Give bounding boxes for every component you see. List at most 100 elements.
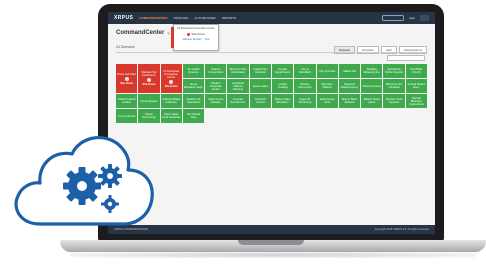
domain-tile[interactable]: Heartland Alliance Partners <box>227 79 249 93</box>
domain-tile[interactable]: Royal Education Dept. <box>182 79 205 93</box>
domain-tile-label: Western Gold Services <box>385 98 403 104</box>
domain-tile[interactable]: Market Value Education <box>272 94 294 108</box>
domain-tile-label: City of Mansfield <box>299 68 311 74</box>
domain-tile[interactable]: Open Lakes Local Industries <box>160 109 182 123</box>
domain-tile-status: Site Down <box>164 84 178 88</box>
status-dot-icon <box>186 32 190 36</box>
test-link[interactable]: Test <box>205 38 210 41</box>
filter-input[interactable] <box>387 55 425 61</box>
popup-status: Site Down <box>174 32 218 36</box>
domain-tile[interactable]: Fountain Services Inc. <box>227 94 249 108</box>
domain-tile[interactable]: City of Goods <box>316 64 338 78</box>
domain-tile[interactable]: Master Union Lakes <box>361 94 383 108</box>
top-navigation: XRPUS COMMANDCENTER PROFILES AUTOBUILDER… <box>108 12 435 24</box>
domain-tile-label: Student Life Operations <box>186 98 201 104</box>
domain-tile-label: Master Union Lakes <box>363 98 380 104</box>
domain-tile[interactable]: Press Lab Files Site Down <box>116 64 138 93</box>
domain-tile[interactable]: Alpine Home Lifestyle <box>205 94 227 108</box>
alert-icon <box>146 78 151 82</box>
domain-tile[interactable]: Sage HR Monitoring <box>294 94 316 108</box>
domain-tile[interactable]: Women's Film Downloads <box>227 64 249 78</box>
domain-tile[interactable]: St. Health Systems <box>182 64 205 78</box>
domain-tile[interactable]: Jackson Bridge Collection <box>160 94 182 108</box>
domain-tile[interactable]: 01 Download Connection Center Site Down <box>160 64 182 93</box>
domain-tile-label: United Cultural Garden <box>117 98 136 104</box>
domain-tile[interactable]: Modern Community <box>294 79 316 93</box>
domain-tile[interactable]: Student Life Operations <box>182 94 205 108</box>
tab-alert[interactable]: Alert <box>380 46 397 54</box>
domain-tile[interactable]: Conant Departments <box>272 64 294 78</box>
app-logo[interactable]: XRPUS <box>114 15 133 21</box>
domain-tile[interactable]: Sportsbook Online Support <box>383 64 405 78</box>
domain-tile[interactable]: Saltine HR <box>338 64 361 78</box>
domain-tile[interactable]: Central Station Dept. <box>405 79 427 93</box>
pencil-icon[interactable]: ✎ <box>167 31 170 36</box>
domain-tile[interactable]: City of Mansfield <box>294 64 316 78</box>
nav-right: Help <box>381 15 429 21</box>
domain-tile[interactable]: Mountain Alliance <box>316 79 338 93</box>
domain-tile[interactable]: Special Business Connections <box>405 94 427 108</box>
domain-tile-label: City of Goods <box>319 69 336 73</box>
domain-tile[interactable]: Capital Film Festivals <box>249 64 271 78</box>
laptop-shadow <box>70 252 476 258</box>
laptop-notch <box>238 240 304 245</box>
domain-tile[interactable]: Welcome Prix Industries <box>383 79 405 93</box>
domain-tile-label: Macon Bank Network <box>342 98 357 104</box>
domain-tile[interactable]: Modern Corporate Center <box>205 79 227 93</box>
domain-tile[interactable]: Western Gold Services <box>383 94 405 108</box>
domain-tile-label: Welcome Prix Industries <box>385 83 403 89</box>
domain-tile[interactable]: London Trucking <box>272 79 294 93</box>
domain-tile-label: 01 Download Connection Center <box>163 69 180 79</box>
domain-tile-label: Saltine HR <box>343 69 356 73</box>
domain-tile-label: Market Value Education <box>274 98 291 104</box>
domain-tile-label: Utility Insurance <box>362 84 382 88</box>
domain-tile-label: Regional Market Agency <box>340 83 359 89</box>
domain-tile[interactable]: Quest Lakes <box>249 79 271 93</box>
domain-tile[interactable]: United Cultural Garden <box>116 94 138 108</box>
divider <box>116 52 427 53</box>
view-tabs: Network Domains Alert Subscriptions <box>333 46 427 54</box>
domain-tile[interactable]: Sun Dental Care <box>182 109 205 123</box>
domain-tile[interactable]: City Engineers <box>138 94 160 108</box>
domain-tile[interactable]: Regional Market Agency <box>338 79 361 93</box>
domain-tile-label: St. Health Systems <box>187 68 200 74</box>
popup-title: 01 Download Connection Center <box>177 27 215 30</box>
domain-tile[interactable]: Macon Bank Network <box>338 94 361 108</box>
help-link[interactable]: Help <box>409 16 415 20</box>
search-input[interactable] <box>381 15 404 21</box>
alert-icon <box>169 79 174 84</box>
nav-item-reports[interactable]: REPORTS <box>222 16 236 20</box>
domain-tile-label: Open Lakes Local Industries <box>161 113 181 119</box>
domain-tile-label: Capital Film Festivals <box>253 68 268 74</box>
domain-tile[interactable]: Outreach Council <box>249 94 271 108</box>
domain-tile-label: Ahance Connections <box>208 68 224 74</box>
domain-tile[interactable]: Utility Insurance <box>361 79 383 93</box>
tab-network[interactable]: Network <box>333 46 355 54</box>
domain-tile-label: City Engineers <box>140 99 158 103</box>
domain-tile[interactable]: First Bible Church <box>405 64 427 78</box>
manage-domain-link[interactable]: Manage Domain <box>183 38 202 41</box>
domain-tile-label: Sun Dental Care <box>186 113 201 119</box>
gear-large-hub <box>77 181 87 191</box>
nav-item-autobuilder[interactable]: AUTOBUILDER <box>194 16 215 20</box>
nav-item-commandcenter[interactable]: COMMANDCENTER <box>139 16 167 20</box>
domain-tile[interactable]: Redding Marketing Co. <box>361 64 383 78</box>
domain-tile-label: Heartland Alliance Partners <box>232 81 244 91</box>
domain-tile-label: Redding Marketing Co. <box>363 68 381 74</box>
nav-item-profiles[interactable]: PROFILES <box>174 16 189 20</box>
domain-tile[interactable]: Maintain Tax Conference Site Down <box>138 64 160 93</box>
domain-tile-label: Outreach Council <box>254 98 266 104</box>
domain-tile-label: Delta Family Clinic <box>319 98 335 104</box>
tab-subscriptions[interactable]: Subscriptions <box>398 46 427 54</box>
domain-tile-label: Modern Community <box>298 83 312 89</box>
domain-tile-status: Site Down <box>142 83 156 86</box>
user-menu-button[interactable] <box>420 15 429 21</box>
domain-tile[interactable]: Ahance Connections <box>205 64 227 78</box>
page-title: CommandCenter <box>116 30 165 36</box>
tab-domains[interactable]: Domains <box>356 46 379 54</box>
domain-tile-label: Modern Corporate Center <box>209 81 222 91</box>
domain-tile-label: Royal Education Dept. <box>183 83 204 89</box>
domain-tile-label: Sage HR Monitoring <box>298 98 312 104</box>
domain-tile[interactable]: Delta Family Clinic <box>316 94 338 108</box>
domain-tile-label: Central Station Dept. <box>407 83 426 89</box>
